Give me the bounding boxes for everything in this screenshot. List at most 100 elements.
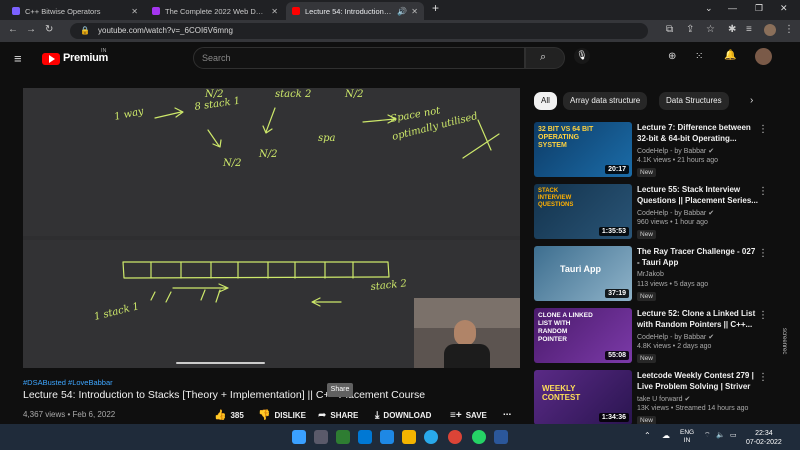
search-input[interactable]: Search [193,47,525,69]
user-avatar[interactable] [755,48,772,65]
file-explorer-icon[interactable] [402,430,416,444]
tab-web-development[interactable]: The Complete 2022 Web Development ✕ [146,2,284,20]
video-thumbnail[interactable]: 32 BIT VS 64 BIT OPERATING SYSTEM 20:17 [534,122,632,177]
video-thumbnail[interactable]: CLONE A LINKED LIST WITH RANDOM POINTER … [534,308,632,363]
volume-icon[interactable]: 🔈 [716,431,725,439]
recommendation-card[interactable]: STACK INTERVIEW QUESTIONS 1:35:53 Lectur… [534,184,774,242]
recommendation-card[interactable]: WEEKLY CONTEST 1:34:36 Leetcode Weekly C… [534,370,774,428]
new-tab-icon[interactable]: + [432,1,439,15]
video-hashtags[interactable]: #DSABusted #LoveBabbar [23,378,113,387]
tab-cpp-bitwise[interactable]: C++ Bitwise Operators ✕ [6,2,144,20]
channel-name: CodeHelp - by Babbar ✔ [637,148,715,155]
video-thumbnail[interactable]: Tauri App 37:19 [534,246,632,301]
video-progress-bar[interactable] [176,362,266,364]
video-stats: 4.8K views • 2 days ago [637,343,712,350]
tab-favicon-icon [292,7,300,15]
video-thumbnail[interactable]: STACK INTERVIEW QUESTIONS 1:35:53 [534,184,632,239]
install-icon[interactable]: ⧉ [666,24,673,35]
video-menu-icon[interactable]: ⋮ [758,124,768,135]
video-thumbnail[interactable]: WEEKLY CONTEST 1:34:36 [534,370,632,425]
forward-icon[interactable]: → [26,24,36,35]
chips-next-icon[interactable]: › [750,95,753,106]
extensions-icon[interactable]: ✱ [728,24,736,35]
url-field[interactable]: 🔒 youtube.com/watch?v=_6COI6V6mng [70,23,648,39]
voice-search-icon[interactable]: 🎙 [574,48,590,64]
chip-all[interactable]: All [534,92,557,110]
tab-search-icon[interactable]: ⌄ [705,3,713,14]
back-icon[interactable]: ← [8,24,18,35]
close-window-icon[interactable]: ✕ [780,3,788,14]
thumbnail-text: WEEKLY CONTEST [542,384,581,402]
tray-chevron-icon[interactable]: ⌃ [644,431,651,440]
video-menu-icon[interactable]: ⋮ [758,186,768,197]
clock-date: 07-02-2022 [746,439,782,446]
create-video-icon[interactable]: ⊕ [668,51,676,62]
new-badge: New [637,292,657,301]
reload-icon[interactable]: ↻ [45,24,53,35]
language-indicator[interactable]: ENG IN [680,429,694,445]
task-view-icon[interactable] [314,430,328,444]
new-badge: New [637,354,657,363]
screen-recorder-label: screenrec [781,328,787,355]
maximize-icon[interactable]: ❐ [755,3,763,14]
tab-lecture-54[interactable]: Lecture 54: Introduction to Stacks 🔊 ✕ [286,2,424,20]
chrome-icon[interactable] [448,430,462,444]
video-menu-icon[interactable]: ⋮ [758,310,768,321]
minimize-icon[interactable]: — [728,3,737,13]
hamburger-menu-icon[interactable]: ≡ [14,51,22,66]
mail-icon[interactable] [358,430,372,444]
duration-badge: 1:35:53 [598,227,629,236]
profile-avatar[interactable] [764,24,776,36]
share-page-icon[interactable]: ⇪ [686,24,694,35]
media-control-icon[interactable]: ≡ [746,24,752,35]
video-menu-icon[interactable]: ⋮ [758,372,768,383]
system-clock[interactable]: 22:34 07-02-2022 [746,429,782,447]
note-bottom-stack1: 1 stack 1 [93,301,140,323]
recommendation-card[interactable]: 32 BIT VS 64 BIT OPERATING SYSTEM 20:17 … [534,122,774,180]
thumbs-up-icon: 👍 [214,410,227,421]
recommendation-card[interactable]: CLONE A LINKED LIST WITH RANDOM POINTER … [534,308,774,366]
recommendation-title: The Ray Tracer Challenge - 027 - Tauri A… [637,247,756,267]
apps-grid-icon[interactable]: ⁙ [695,51,703,62]
telegram-icon[interactable] [424,430,438,444]
bookmark-star-icon[interactable]: ☆ [706,24,715,35]
save-button[interactable]: ≡+ SAVE [450,410,487,421]
like-button[interactable]: 👍 385 [214,410,244,421]
video-player[interactable]: 1 way N/2 8 stack 1 stack 2 N/2 Space no… [23,88,520,368]
browser-menu-icon[interactable]: ⋮ [784,24,794,35]
recommendation-card[interactable]: Tauri App 37:19 The Ray Tracer Challenge… [534,246,774,304]
cloud-icon[interactable]: ☁ [662,431,670,440]
tab-label: The Complete 2022 Web Development [165,6,267,16]
vscode-icon[interactable] [380,430,394,444]
more-actions-icon[interactable]: ⋯ [503,410,511,419]
channel-name: take U forward ✔ [637,396,691,403]
video-menu-icon[interactable]: ⋮ [758,248,768,259]
recommendation-title: Lecture 7: Difference between 32-bit & 6… [637,123,751,143]
download-button[interactable]: ⤓ DOWNLOAD [375,410,431,421]
notifications-bell-icon[interactable]: 🔔 [724,50,736,61]
dislike-button[interactable]: 👎 DISLIKE [258,410,306,421]
note-spa: spa [318,133,336,144]
share-arrow-icon: ➦ [318,410,327,421]
dislike-label: DISLIKE [274,411,307,420]
chip-data-structures[interactable]: Data Structures [659,92,729,110]
search-icon: ⌕ [540,51,547,63]
close-tab-icon[interactable]: ✕ [131,7,138,16]
ink-cross [462,119,500,159]
wifi-icon[interactable]: ⌔ [704,431,711,440]
start-menu-icon[interactable] [292,430,306,444]
ink-stroke [150,289,221,303]
note-n2-c: N/2 [222,158,241,169]
channel-name: CodeHelp - by Babbar ✔ [637,210,715,217]
whatsapp-icon[interactable] [472,430,486,444]
close-tab-icon[interactable]: ✕ [411,7,418,16]
share-button[interactable]: ➦ SHARE [318,410,358,421]
chip-array-data-structure[interactable]: Array data structure [563,92,648,110]
close-tab-icon[interactable]: ✕ [271,7,278,16]
app-icon[interactable] [336,430,350,444]
mute-tab-icon[interactable]: 🔊 [397,7,407,16]
search-button[interactable]: ⌕ [525,47,565,69]
channel-name: CodeHelp - by Babbar ✔ [637,334,715,341]
battery-icon[interactable]: ▭ [730,431,737,439]
word-icon[interactable] [494,430,508,444]
